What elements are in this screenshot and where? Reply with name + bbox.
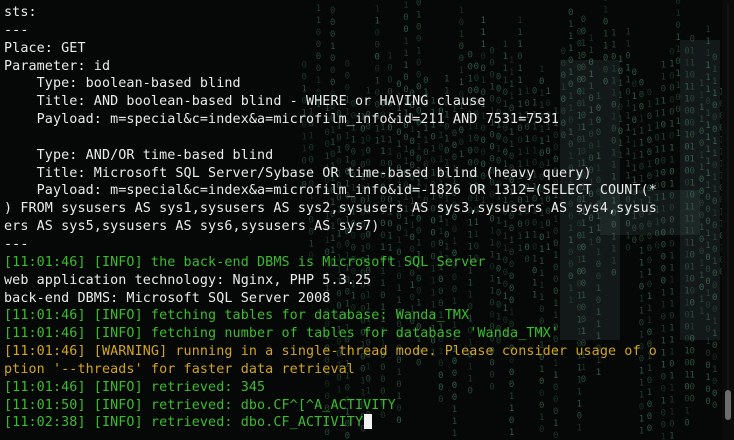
terminal-line: Title: Microsoft SQL Server/Sybase OR ti… [4, 165, 722, 183]
terminal-line: Type: AND/OR time-based blind [4, 147, 722, 165]
terminal-text: [11:01:46] [INFO] retrieved: 345 [4, 379, 266, 395]
terminal-text: Parameter: id [4, 58, 111, 74]
terminal-text: ) FROM sysusers AS sys1,sysusers AS sys2… [4, 201, 657, 217]
terminal-line: [11:02:38] [INFO] retrieved: dbo.CF_ACTI… [4, 414, 722, 432]
terminal-line: ) FROM sysusers AS sys1,sysusers AS sys2… [4, 200, 722, 218]
terminal-text: Type: AND/OR time-based blind [4, 147, 274, 163]
terminal-output: sts: --- Place: GET Parameter: id Type: boo… [4, 4, 722, 432]
terminal-line: sts: [4, 4, 722, 22]
terminal-line: ption '--threads' for faster data retrie… [4, 361, 722, 379]
terminal-text: [11:02:38] [INFO] retrieved: dbo.CF_ACTI… [4, 415, 364, 431]
terminal-text: sts: [4, 5, 37, 20]
terminal-text: [11:01:46] [INFO] fetching number of tab… [4, 326, 560, 342]
terminal-line: back-end DBMS: Microsoft SQL Server 2008 [4, 290, 722, 308]
terminal-line: ers AS sys5,sysusers AS sys6,sysusers AS… [4, 218, 722, 236]
terminal-text: [11:01:50] [INFO] retrieved: dbo.CF^[^A_… [4, 397, 396, 413]
background-digit: 0 [603, 0, 608, 3]
text-cursor [364, 414, 373, 430]
terminal-text: Payload: m=special&c=index&a=microfilm_i… [4, 183, 657, 199]
terminal-text: ers AS sys5,sysusers AS sys6,sysusers AS… [4, 219, 380, 235]
terminal-line: Place: GET [4, 40, 722, 58]
terminal-text: Title: Microsoft SQL Server/Sybase OR ti… [4, 165, 592, 181]
terminal-line: [11:01:46] [INFO] retrieved: 345 [4, 379, 722, 397]
terminal-text: web application technology: Nginx, PHP 5… [4, 272, 372, 288]
terminal-text: [11:01:46] [INFO] fetching tables for da… [4, 308, 470, 324]
terminal-line: [11:01:50] [INFO] retrieved: dbo.CF^[^A_… [4, 397, 722, 415]
terminal-line: --- [4, 22, 722, 40]
terminal-text: back-end DBMS: Microsoft SQL Server 2008 [4, 290, 331, 306]
terminal-text: ption '--threads' for faster data retrie… [4, 361, 355, 377]
terminal-line: [11:01:46] [INFO] the back-end DBMS is M… [4, 254, 722, 272]
terminal-line: --- [4, 236, 722, 254]
background-digit: 1 [661, 432, 666, 440]
terminal-line: [11:01:46] [WARNING] running in a single… [4, 343, 722, 361]
terminal-line: [11:01:46] [INFO] fetching number of tab… [4, 325, 722, 343]
terminal-line: Payload: m=special&c=index&a=microfilm_i… [4, 111, 722, 129]
terminal-text: --- [4, 22, 29, 38]
terminal-text: Place: GET [4, 40, 86, 56]
terminal-text: Type: boolean-based blind [4, 76, 241, 92]
terminal-line: [11:01:46] [INFO] fetching tables for da… [4, 307, 722, 325]
terminal-text: Title: AND boolean-based blind - WHERE o… [4, 94, 486, 110]
scrollbar-track[interactable] [727, 4, 729, 396]
terminal-line: web application technology: Nginx, PHP 5… [4, 272, 722, 290]
terminal-line: Title: AND boolean-based blind - WHERE o… [4, 93, 722, 111]
terminal-text: [11:01:46] [WARNING] running in a single… [4, 344, 657, 360]
terminal-text: Payload: m=special&c=index&a=microfilm_i… [4, 112, 560, 128]
terminal-line: Payload: m=special&c=index&a=microfilm_i… [4, 182, 722, 200]
terminal-text: [11:01:46] [INFO] the back-end DBMS is M… [4, 254, 486, 270]
scrollbar-thumb[interactable] [725, 389, 731, 420]
terminal-line: Parameter: id [4, 58, 722, 76]
vertical-scrollbar[interactable] [722, 0, 734, 440]
terminal-text: --- [4, 236, 29, 252]
terminal-window[interactable]: 0010101101010100101100101100001011000110… [0, 0, 734, 440]
background-digit: 1 [669, 432, 674, 440]
terminal-line: Type: boolean-based blind [4, 75, 722, 93]
